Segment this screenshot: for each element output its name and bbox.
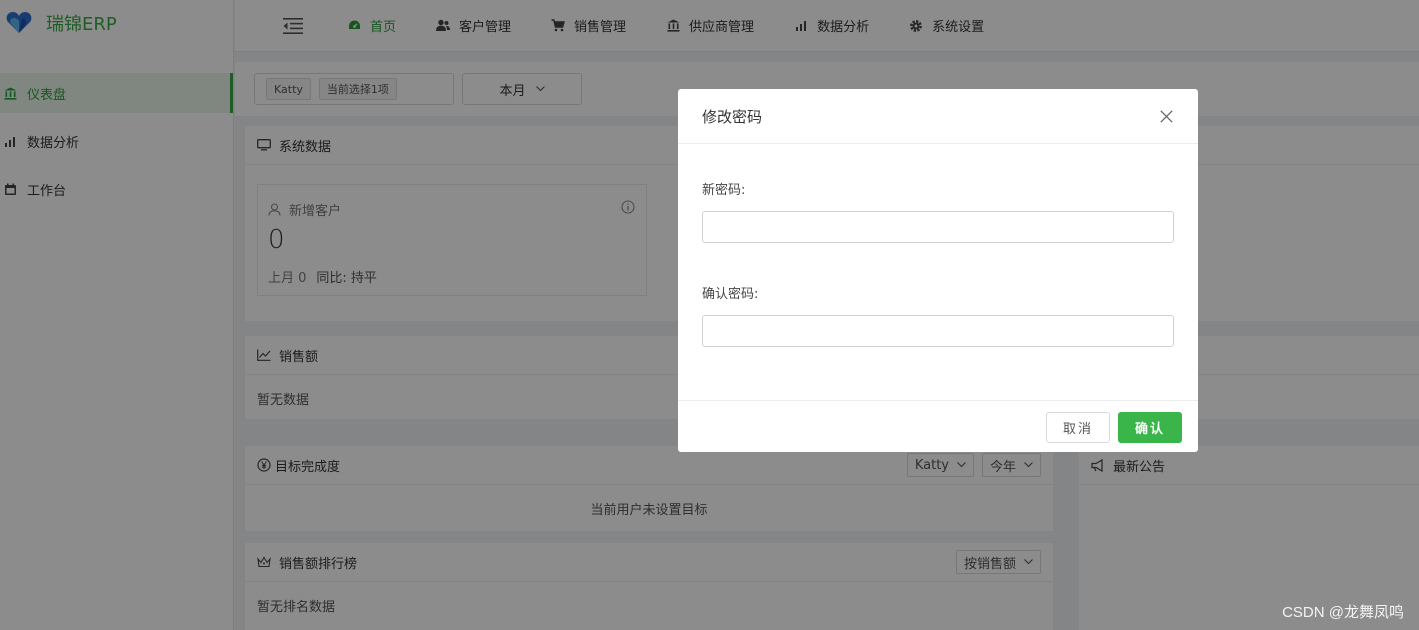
confirm-button[interactable]: 确认	[1118, 412, 1182, 443]
dialog-title: 修改密码	[702, 107, 763, 126]
dialog-footer: 取消 确认	[678, 400, 1198, 452]
new-password-input[interactable]	[702, 211, 1174, 243]
watermark: CSDN @龙舞凤鸣	[1282, 604, 1404, 621]
change-password-dialog: 修改密码 新密码: 确认密码: 取消 确认	[678, 89, 1198, 452]
confirm-password-label: 确认密码:	[702, 287, 759, 302]
dialog-header: 修改密码	[678, 89, 1198, 144]
confirm-password-input[interactable]	[702, 315, 1174, 347]
close-icon[interactable]	[1158, 108, 1174, 124]
new-password-label: 新密码:	[702, 183, 746, 198]
cancel-button[interactable]: 取消	[1046, 412, 1110, 443]
